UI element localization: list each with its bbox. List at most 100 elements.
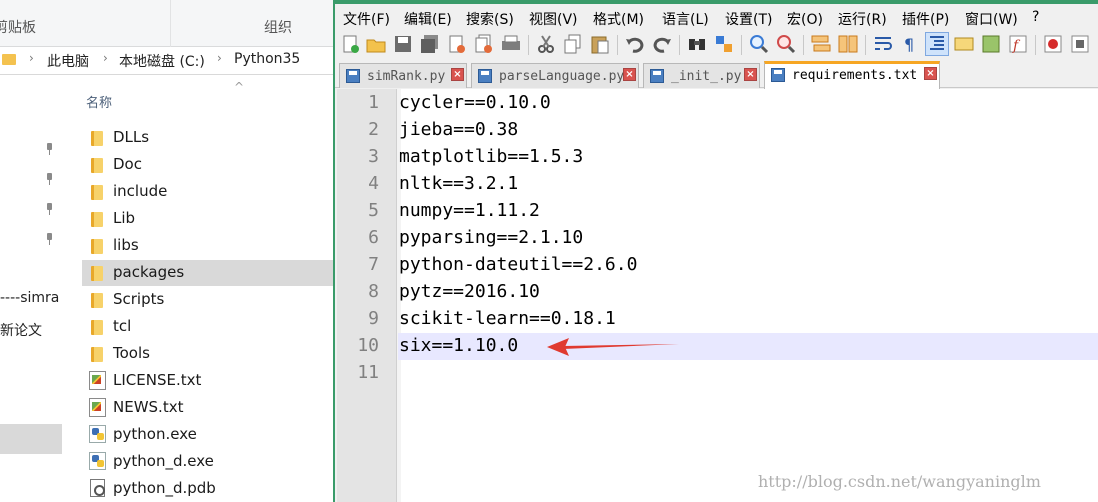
new-file-icon[interactable]	[340, 33, 362, 55]
tab-requirements-txt[interactable]: requirements.txt ×	[764, 61, 940, 89]
toolbar-separator	[803, 35, 804, 55]
close-tab-icon[interactable]: ×	[623, 68, 636, 81]
file-row-python-d-exe[interactable]: python_d.exe	[82, 449, 333, 475]
menu-settings[interactable]: 设置(T)	[725, 9, 772, 29]
toolbar-separator	[865, 35, 866, 55]
paste-icon[interactable]	[589, 33, 611, 55]
pin-icon[interactable]	[44, 173, 54, 185]
tab-label: requirements.txt	[792, 68, 918, 83]
user-defined-language-icon[interactable]	[953, 33, 975, 55]
menu-file[interactable]: 文件(F)	[343, 9, 390, 29]
stop-recording-icon[interactable]	[1069, 33, 1091, 55]
toolbar-separator	[679, 35, 680, 55]
redo-icon[interactable]	[651, 33, 673, 55]
cut-icon[interactable]	[535, 33, 557, 55]
line-number: 1	[368, 92, 379, 113]
save-icon[interactable]	[392, 33, 414, 55]
menu-window[interactable]: 窗口(W)	[965, 9, 1018, 29]
menu-macro[interactable]: 宏(O)	[787, 9, 823, 29]
menu-edit[interactable]: 编辑(E)	[404, 9, 452, 29]
document-map-icon[interactable]	[980, 33, 1002, 55]
breadcrumb-separator-icon: ›	[103, 51, 108, 65]
file-row-license-txt[interactable]: LICENSE.txt	[82, 368, 333, 394]
code-line-8: pytz==2016.10	[399, 281, 540, 302]
menu-format[interactable]: 格式(M)	[593, 9, 644, 29]
ribbon-group-clipboard[interactable]: 剪贴板	[0, 17, 36, 37]
menu-help[interactable]: ?	[1032, 9, 1039, 25]
ribbon-group-organize[interactable]: 组织	[264, 17, 292, 37]
tab-label: _init_.py	[671, 69, 742, 84]
file-row-python-exe[interactable]: python.exe	[82, 422, 333, 448]
python-exe-icon	[89, 452, 106, 470]
close-tab-icon[interactable]: ×	[924, 67, 937, 80]
line-number-gutter: 1 2 3 4 5 6 7 8 9 10 11	[337, 89, 397, 502]
nav-item-new-paper[interactable]: 新论文	[0, 320, 42, 340]
close-all-icon[interactable]	[473, 33, 495, 55]
pin-icon[interactable]	[44, 203, 54, 215]
sync-horizontal-icon[interactable]	[837, 33, 859, 55]
copy-icon[interactable]	[562, 33, 584, 55]
explorer-ribbon: 剪贴板 组织	[0, 0, 333, 47]
column-header-name[interactable]: 名称	[86, 92, 112, 111]
file-name: Scripts	[113, 290, 165, 308]
menu-view[interactable]: 视图(V)	[529, 9, 578, 29]
file-row-include[interactable]: include	[82, 179, 333, 205]
line-number: 11	[357, 362, 379, 383]
line-number: 9	[368, 308, 379, 329]
close-tab-icon[interactable]: ×	[744, 68, 757, 81]
file-row-packages[interactable]: packages	[82, 260, 333, 286]
file-row-scripts[interactable]: Scripts	[82, 287, 333, 313]
menu-run[interactable]: 运行(R)	[838, 9, 887, 29]
show-all-characters-icon[interactable]: ¶	[899, 33, 921, 55]
menu-plugins[interactable]: 插件(P)	[902, 9, 949, 29]
file-row-lib[interactable]: Lib	[82, 206, 333, 232]
tab-simrank-py[interactable]: simRank.py ×	[339, 63, 467, 88]
file-row-python-d-pdb[interactable]: python_d.pdb	[82, 476, 333, 502]
line-number: 3	[368, 146, 379, 167]
sync-vertical-icon[interactable]	[810, 33, 832, 55]
replace-icon[interactable]	[713, 33, 735, 55]
tab-init-py[interactable]: _init_.py ×	[643, 63, 760, 88]
breadcrumb-this-pc[interactable]: 此电脑	[47, 51, 89, 71]
file-row-doc[interactable]: Doc	[82, 152, 333, 178]
nav-item-selected[interactable]	[0, 424, 62, 454]
menu-language[interactable]: 语言(L)	[662, 9, 709, 29]
file-name: include	[113, 182, 168, 200]
address-bar[interactable]: › 此电脑 › 本地磁盘 (C:) › Python35	[0, 47, 333, 75]
notepad-plus-plus-window: 文件(F) 编辑(E) 搜索(S) 视图(V) 格式(M) 语言(L) 设置(T…	[333, 0, 1098, 502]
breadcrumb-python35[interactable]: Python35	[234, 51, 300, 67]
file-row-news-txt[interactable]: NEWS.txt	[82, 395, 333, 421]
toolbar: ¶ f	[335, 30, 1098, 60]
menu-search[interactable]: 搜索(S)	[466, 9, 514, 29]
file-row-libs[interactable]: libs	[82, 233, 333, 259]
file-row-tcl[interactable]: tcl	[82, 314, 333, 340]
close-file-icon[interactable]	[446, 33, 468, 55]
breadcrumb-local-disk[interactable]: 本地磁盘 (C:)	[119, 51, 205, 71]
file-name: python_d.exe	[113, 452, 214, 470]
annotation-arrow-icon	[547, 338, 679, 356]
file-row-tools[interactable]: Tools	[82, 341, 333, 367]
file-row-dlls[interactable]: DLLs	[82, 125, 333, 151]
folder-icon	[91, 347, 103, 362]
open-file-icon[interactable]	[365, 33, 387, 55]
undo-icon[interactable]	[624, 33, 646, 55]
indent-guide-icon[interactable]	[925, 32, 949, 56]
zoom-out-icon[interactable]	[775, 33, 797, 55]
file-saved-icon	[346, 69, 360, 83]
find-icon[interactable]	[686, 33, 708, 55]
pin-icon[interactable]	[44, 143, 54, 155]
pin-icon[interactable]	[44, 233, 54, 245]
code-line-4: nltk==3.2.1	[399, 173, 519, 194]
start-recording-icon[interactable]	[1042, 33, 1064, 55]
code-line-2: jieba==0.38	[399, 119, 519, 140]
print-icon[interactable]	[500, 33, 522, 55]
editor-area[interactable]: 1 2 3 4 5 6 7 8 9 10 11 cycler==0.10.0 jieba==0.38 m…	[337, 89, 1098, 502]
function-list-icon[interactable]: f	[1007, 33, 1029, 55]
zoom-in-icon[interactable]	[748, 33, 770, 55]
close-tab-icon[interactable]: ×	[451, 68, 464, 81]
save-all-icon[interactable]	[419, 33, 441, 55]
file-name: python_d.pdb	[113, 479, 216, 497]
nav-item-simrank[interactable]: ----simra	[0, 290, 59, 306]
tab-parselanguage-py[interactable]: parseLanguage.py ×	[471, 63, 639, 88]
word-wrap-icon[interactable]	[872, 33, 894, 55]
